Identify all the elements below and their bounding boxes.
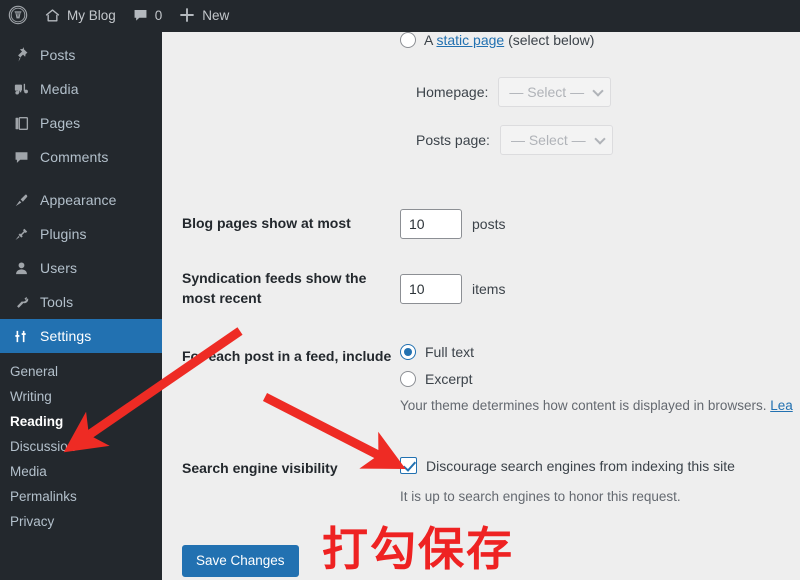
submenu-item-general[interactable]: General [0,359,162,384]
submenu-item-permalinks[interactable]: Permalinks [0,484,162,509]
sidebar-item-tools[interactable]: Tools [0,285,162,319]
home-icon [44,7,61,26]
sidebar-label-appearance: Appearance [40,192,117,208]
submenu-item-discussion[interactable]: Discussion [0,434,162,459]
search-visibility-label: Search engine visibility [182,457,400,479]
blog-pages-label: Blog pages show at most [182,214,400,234]
sidebar-label-media: Media [40,81,79,97]
admin-sidebar: Posts Media Pages [0,32,162,580]
blog-pages-row: Blog pages show at most posts [182,209,792,239]
feed-include-row: For each post in a feed, include Full te… [182,344,800,413]
feed-include-label: For each post in a feed, include [182,344,400,367]
feed-option-full-text[interactable]: Full text [400,344,793,360]
feed-include-description: Your theme determines how content is dis… [400,398,793,413]
annotation-callout-text: 打勾保存 [322,513,514,579]
static-page-option-row: A static page (select below) [400,32,594,48]
full-text-label: Full text [425,344,474,360]
blog-pages-input[interactable] [400,209,462,239]
syndication-input[interactable] [400,274,462,304]
sidebar-label-settings: Settings [40,328,91,344]
sidebar-item-media[interactable]: Media [0,72,162,106]
excerpt-radio[interactable] [400,371,416,387]
submenu-item-media[interactable]: Media [0,459,162,484]
homepage-select-value: — Select — [509,84,584,100]
brush-icon [10,190,32,210]
admin-bar: My Blog 0 New [0,0,800,32]
sidebar-item-settings[interactable]: Settings [0,319,162,353]
new-label: New [202,9,229,23]
sidebar-separator [0,174,162,183]
page-icon [10,113,32,133]
wordpress-logo-icon [8,5,28,27]
blog-pages-unit: posts [472,216,505,232]
static-page-prefix: A [424,32,436,48]
search-visibility-description: It is up to search engines to honor this… [400,489,735,504]
excerpt-label: Excerpt [425,371,472,387]
submenu-item-writing[interactable]: Writing [0,384,162,409]
plus-icon [178,6,196,26]
posts-page-row: Posts page: — Select — [416,125,613,155]
pin-icon [10,45,32,65]
chevron-down-icon [592,85,603,96]
learn-more-link[interactable]: Lea [770,398,793,413]
syndication-label: Syndication feeds show the most recent [182,269,400,308]
sidebar-item-posts[interactable]: Posts [0,38,162,72]
comments-menu[interactable]: 0 [124,0,171,32]
static-page-radio[interactable] [400,32,416,48]
sidebar-item-plugins[interactable]: Plugins [0,217,162,251]
sidebar-item-users[interactable]: Users [0,251,162,285]
user-icon [10,258,32,278]
chevron-down-icon [594,133,605,144]
sidebar-label-plugins: Plugins [40,226,87,242]
sidebar-label-users: Users [40,260,77,276]
sidebar-label-comments: Comments [40,149,108,165]
sidebar-item-comments[interactable]: Comments [0,140,162,174]
sidebar-label-pages: Pages [40,115,80,131]
static-page-link[interactable]: static page [436,32,504,48]
homepage-label: Homepage: [416,84,488,100]
comments-count: 0 [155,9,163,23]
media-icon [10,79,32,99]
wordpress-admin-screen: My Blog 0 New [0,0,800,580]
new-content-menu[interactable]: New [170,0,237,32]
feed-option-excerpt[interactable]: Excerpt [400,371,793,387]
comment-icon [10,147,32,167]
discourage-search-engines-checkbox[interactable] [400,457,417,474]
discourage-label: Discourage search engines from indexing … [426,458,735,474]
search-visibility-row: Search engine visibility Discourage sear… [182,457,800,504]
syndication-unit: items [472,281,505,297]
full-text-radio[interactable] [400,344,416,360]
homepage-select[interactable]: — Select — [498,77,611,107]
sidebar-label-posts: Posts [40,47,76,63]
discourage-option[interactable]: Discourage search engines from indexing … [400,457,735,474]
site-name-menu[interactable]: My Blog [36,0,124,32]
wrench-icon [10,292,32,312]
sidebar-item-appearance[interactable]: Appearance [0,183,162,217]
homepage-row: Homepage: — Select — [416,77,611,107]
sliders-icon [10,326,32,346]
submenu-item-privacy[interactable]: Privacy [0,509,162,534]
plug-icon [10,224,32,244]
submenu-item-reading[interactable]: Reading [0,409,162,434]
static-page-text: A static page (select below) [424,32,594,48]
feed-include-options: Full text Excerpt Your theme determines … [400,344,793,413]
comment-bubble-icon [132,7,149,26]
reading-settings-form: A static page (select below) Homepage: —… [162,32,800,580]
sidebar-label-tools: Tools [40,294,73,310]
settings-submenu: General Writing Reading Discussion Media… [0,353,162,542]
syndication-row: Syndication feeds show the most recent i… [182,269,792,308]
posts-page-select[interactable]: — Select — [500,125,613,155]
search-visibility-field: Discourage search engines from indexing … [400,457,735,504]
save-changes-button[interactable]: Save Changes [182,545,299,577]
site-name-label: My Blog [67,9,116,23]
sidebar-item-pages[interactable]: Pages [0,106,162,140]
posts-page-label: Posts page: [416,132,490,148]
feed-include-description-text: Your theme determines how content is dis… [400,398,770,413]
static-page-suffix: (select below) [504,32,594,48]
wp-logo-menu[interactable] [0,0,36,32]
posts-page-select-value: — Select — [511,132,586,148]
